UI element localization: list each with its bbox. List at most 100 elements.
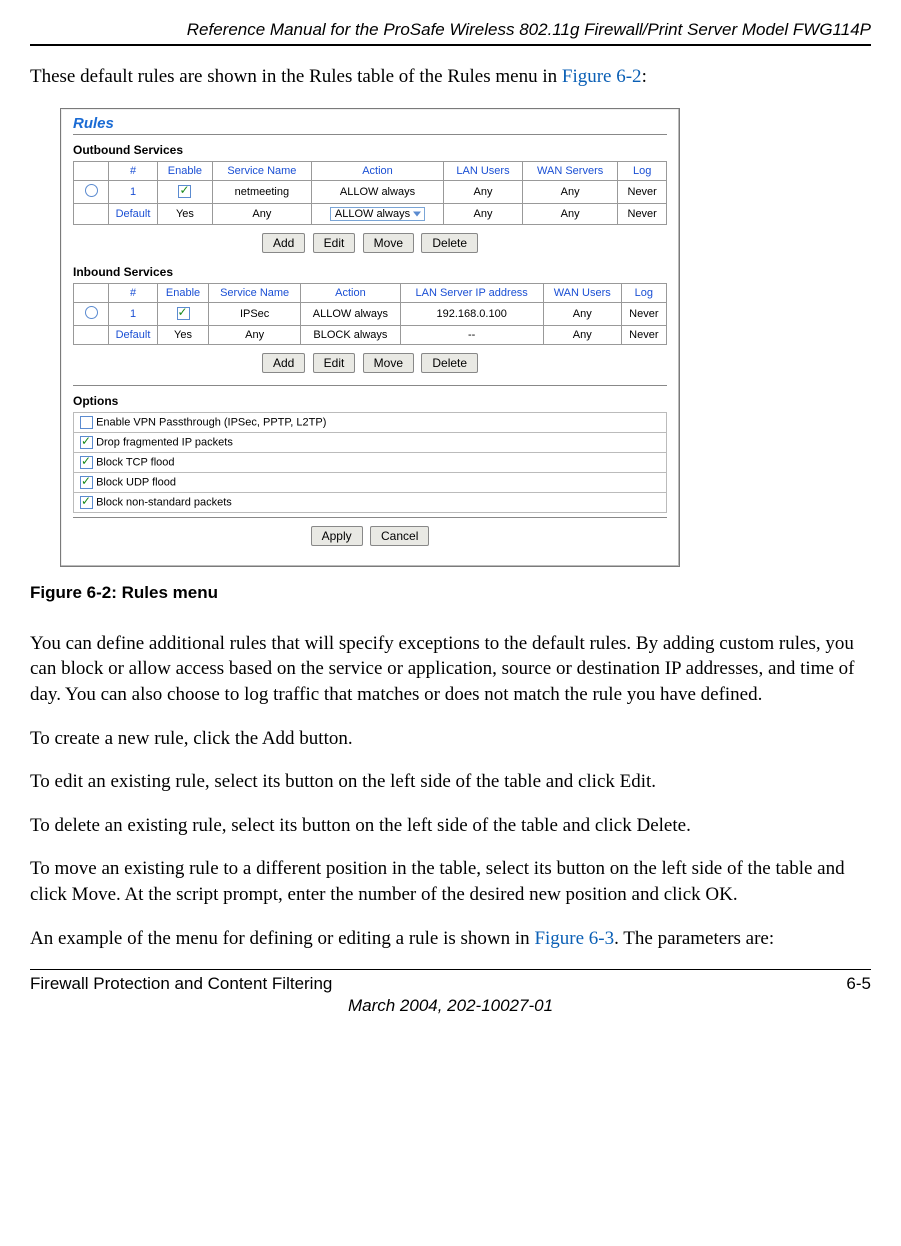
row-enable-text: Yes bbox=[158, 203, 213, 224]
row-num[interactable]: 1 bbox=[109, 302, 158, 325]
move-button[interactable]: Move bbox=[363, 353, 414, 373]
option-checkbox[interactable] bbox=[80, 416, 93, 429]
row-wan: Any bbox=[522, 203, 617, 224]
rule-bottom bbox=[30, 969, 871, 970]
rules-panel: Rules Outbound Services # Enable Service… bbox=[60, 108, 680, 567]
table-row: 1 netmeeting ALLOW always Any Any Never bbox=[74, 180, 667, 203]
enable-checkbox[interactable] bbox=[178, 185, 191, 198]
row-num[interactable]: 1 bbox=[109, 180, 158, 203]
row-default-label: Default bbox=[109, 325, 158, 344]
edit-button[interactable]: Edit bbox=[313, 233, 356, 253]
body-p6-post: . The parameters are: bbox=[614, 928, 774, 949]
row-log: Never bbox=[618, 180, 667, 203]
col-wanusers: WAN Users bbox=[543, 283, 621, 302]
action-select[interactable]: ALLOW always bbox=[330, 207, 425, 221]
col-action: Action bbox=[311, 161, 443, 180]
col-service: Service Name bbox=[209, 283, 301, 302]
col-log: Log bbox=[618, 161, 667, 180]
divider bbox=[73, 517, 667, 518]
body-p2: To create a new rule, click the Add butt… bbox=[30, 726, 871, 752]
row-action: ALLOW always bbox=[301, 302, 400, 325]
intro-pre: These default rules are shown in the Rul… bbox=[30, 66, 562, 87]
row-enable-text: Yes bbox=[158, 325, 209, 344]
options-buttons: Apply Cancel bbox=[73, 526, 667, 546]
option-checkbox[interactable] bbox=[80, 496, 93, 509]
col-blank bbox=[74, 161, 109, 180]
col-action: Action bbox=[301, 283, 400, 302]
body-p5: To move an existing rule to a different … bbox=[30, 856, 871, 907]
table-row: Default Yes Any BLOCK always -- Any Neve… bbox=[74, 325, 667, 344]
move-button[interactable]: Move bbox=[363, 233, 414, 253]
row-lan: Any bbox=[444, 203, 523, 224]
row-lanip: 192.168.0.100 bbox=[400, 302, 543, 325]
row-service: Any bbox=[212, 203, 311, 224]
outbound-buttons: Add Edit Move Delete bbox=[73, 233, 667, 253]
edit-button[interactable]: Edit bbox=[313, 353, 356, 373]
intro-para: These default rules are shown in the Rul… bbox=[30, 64, 871, 90]
figure-caption: Figure 6-2: Rules menu bbox=[30, 583, 871, 603]
delete-button[interactable]: Delete bbox=[421, 353, 478, 373]
row-lanip: -- bbox=[400, 325, 543, 344]
col-enable: Enable bbox=[158, 161, 213, 180]
col-service: Service Name bbox=[212, 161, 311, 180]
inbound-heading: Inbound Services bbox=[73, 265, 667, 279]
row-wan: Any bbox=[522, 180, 617, 203]
body-p1: You can define additional rules that wil… bbox=[30, 631, 871, 708]
row-log: Never bbox=[621, 302, 666, 325]
row-service: netmeeting bbox=[212, 180, 311, 203]
options-heading: Options bbox=[73, 394, 667, 408]
option-label: Block TCP flood bbox=[96, 456, 174, 468]
row-service: IPSec bbox=[209, 302, 301, 325]
col-num: # bbox=[109, 161, 158, 180]
table-row: 1 IPSec ALLOW always 192.168.0.100 Any N… bbox=[74, 302, 667, 325]
inbound-table: # Enable Service Name Action LAN Server … bbox=[73, 283, 667, 345]
footer-date: March 2004, 202-10027-01 bbox=[30, 996, 871, 1016]
figure-6-3-link[interactable]: Figure 6-3 bbox=[534, 928, 614, 949]
body-p6-pre: An example of the menu for defining or e… bbox=[30, 928, 534, 949]
outbound-heading: Outbound Services bbox=[73, 143, 667, 157]
divider bbox=[73, 385, 667, 386]
cancel-button[interactable]: Cancel bbox=[370, 526, 429, 546]
outbound-table: # Enable Service Name Action LAN Users W… bbox=[73, 161, 667, 225]
option-label: Block UDP flood bbox=[96, 476, 176, 488]
row-service: Any bbox=[209, 325, 301, 344]
option-checkbox[interactable] bbox=[80, 476, 93, 489]
delete-button[interactable]: Delete bbox=[421, 233, 478, 253]
row-wan: Any bbox=[543, 302, 621, 325]
row-radio[interactable] bbox=[85, 306, 98, 319]
footer-row: Firewall Protection and Content Filterin… bbox=[30, 974, 871, 994]
footer-left: Firewall Protection and Content Filterin… bbox=[30, 974, 332, 994]
inbound-buttons: Add Edit Move Delete bbox=[73, 353, 667, 373]
option-row: Drop fragmented IP packets bbox=[73, 433, 667, 453]
row-lan: Any bbox=[444, 180, 523, 203]
body-p4: To delete an existing rule, select its b… bbox=[30, 813, 871, 839]
outbound-header-row: # Enable Service Name Action LAN Users W… bbox=[74, 161, 667, 180]
option-checkbox[interactable] bbox=[80, 436, 93, 449]
col-lanip: LAN Server IP address bbox=[400, 283, 543, 302]
row-radio[interactable] bbox=[85, 184, 98, 197]
panel-title: Rules bbox=[73, 115, 667, 132]
option-checkbox[interactable] bbox=[80, 456, 93, 469]
add-button[interactable]: Add bbox=[262, 353, 305, 373]
apply-button[interactable]: Apply bbox=[311, 526, 363, 546]
row-wan: Any bbox=[543, 325, 621, 344]
option-label: Drop fragmented IP packets bbox=[96, 436, 233, 448]
option-label: Enable VPN Passthrough (IPSec, PPTP, L2T… bbox=[96, 416, 326, 428]
option-label: Block non-standard packets bbox=[96, 496, 232, 508]
table-row: Default Yes Any ALLOW always Any Any Nev… bbox=[74, 203, 667, 224]
col-lan: LAN Users bbox=[444, 161, 523, 180]
body-p3: To edit an existing rule, select its but… bbox=[30, 769, 871, 795]
footer-right: 6-5 bbox=[846, 974, 871, 994]
enable-checkbox[interactable] bbox=[177, 307, 190, 320]
row-action: BLOCK always bbox=[301, 325, 400, 344]
intro-figure-link[interactable]: Figure 6-2 bbox=[562, 66, 642, 87]
col-log: Log bbox=[621, 283, 666, 302]
options-list: Enable VPN Passthrough (IPSec, PPTP, L2T… bbox=[73, 412, 667, 513]
option-row: Enable VPN Passthrough (IPSec, PPTP, L2T… bbox=[73, 412, 667, 433]
intro-post: : bbox=[642, 66, 647, 87]
option-row: Block TCP flood bbox=[73, 453, 667, 473]
add-button[interactable]: Add bbox=[262, 233, 305, 253]
rule-top bbox=[30, 44, 871, 46]
doc-header-title: Reference Manual for the ProSafe Wireles… bbox=[30, 20, 871, 40]
row-log: Never bbox=[621, 325, 666, 344]
